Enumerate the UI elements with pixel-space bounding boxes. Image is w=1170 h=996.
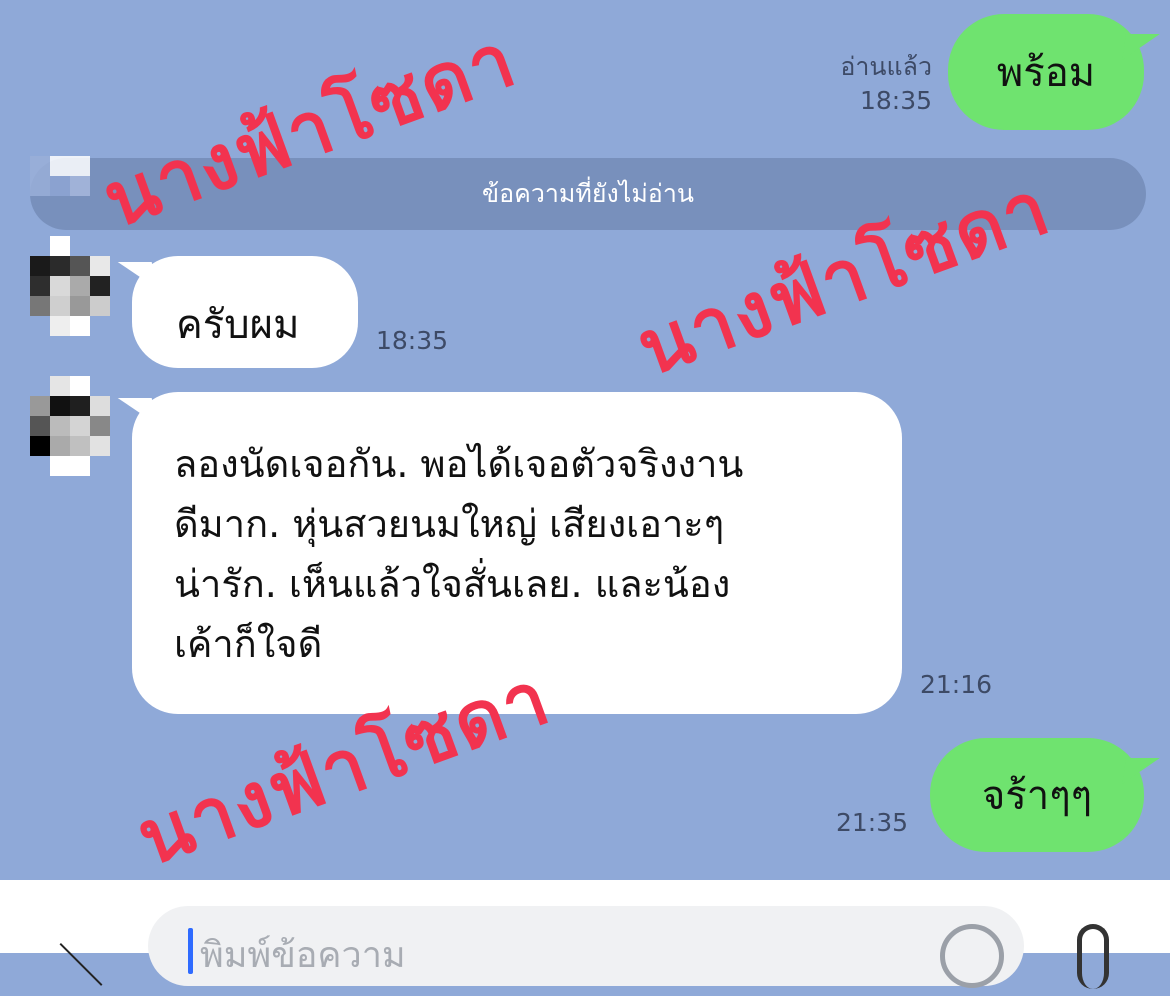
message-time: 21:35	[836, 808, 909, 837]
message-line: น่ารัก. เห็นแล้วใจสั่นเลย. และน้อง	[174, 562, 731, 606]
message-text: ลองนัดเจอกัน. พอได้เจอตัวจริงงาน ดีมาก. …	[174, 434, 743, 674]
read-receipt: อ่านแล้ว 18:35	[808, 50, 932, 118]
input-placeholder: พิมพ์ข้อความ	[200, 935, 406, 976]
message-input[interactable]: พิมพ์ข้อความ	[148, 906, 1024, 988]
message-text: จร้าๆๆ	[981, 773, 1093, 819]
incoming-message[interactable]: ครับผม	[132, 256, 358, 368]
message-line: ลองนัดเจอกัน. พอได้เจอตัวจริงงาน	[174, 442, 744, 486]
message-text: พร้อม	[996, 50, 1096, 96]
message-time: 21:16	[920, 670, 993, 699]
chevron-icon[interactable]: ＼	[58, 930, 104, 996]
chat-area: อ่านแล้ว 18:35 พร้อม ข้อความที่ยังไม่อ่า…	[0, 0, 1170, 883]
avatar[interactable]	[30, 236, 110, 336]
emoji-icon[interactable]	[940, 924, 1004, 988]
avatar[interactable]	[30, 376, 110, 476]
paperclip-icon[interactable]	[1077, 924, 1109, 989]
message-line: ดีมาก. หุ่นสวยนมใหญ่ เสียงเอาะๆ	[174, 502, 725, 546]
unread-divider-label: ข้อความที่ยังไม่อ่าน	[482, 179, 694, 208]
message-input-bar: ＼ พิมพ์ข้อความ	[0, 880, 1170, 993]
read-label: อ่านแล้ว	[840, 52, 932, 81]
text-caret	[188, 928, 193, 974]
outgoing-message[interactable]: จร้าๆๆ	[930, 738, 1144, 852]
message-text: ครับผม	[176, 302, 300, 348]
outgoing-message[interactable]: พร้อม	[948, 14, 1144, 130]
message-time: 18:35	[859, 86, 932, 115]
message-time: 18:35	[376, 326, 449, 355]
